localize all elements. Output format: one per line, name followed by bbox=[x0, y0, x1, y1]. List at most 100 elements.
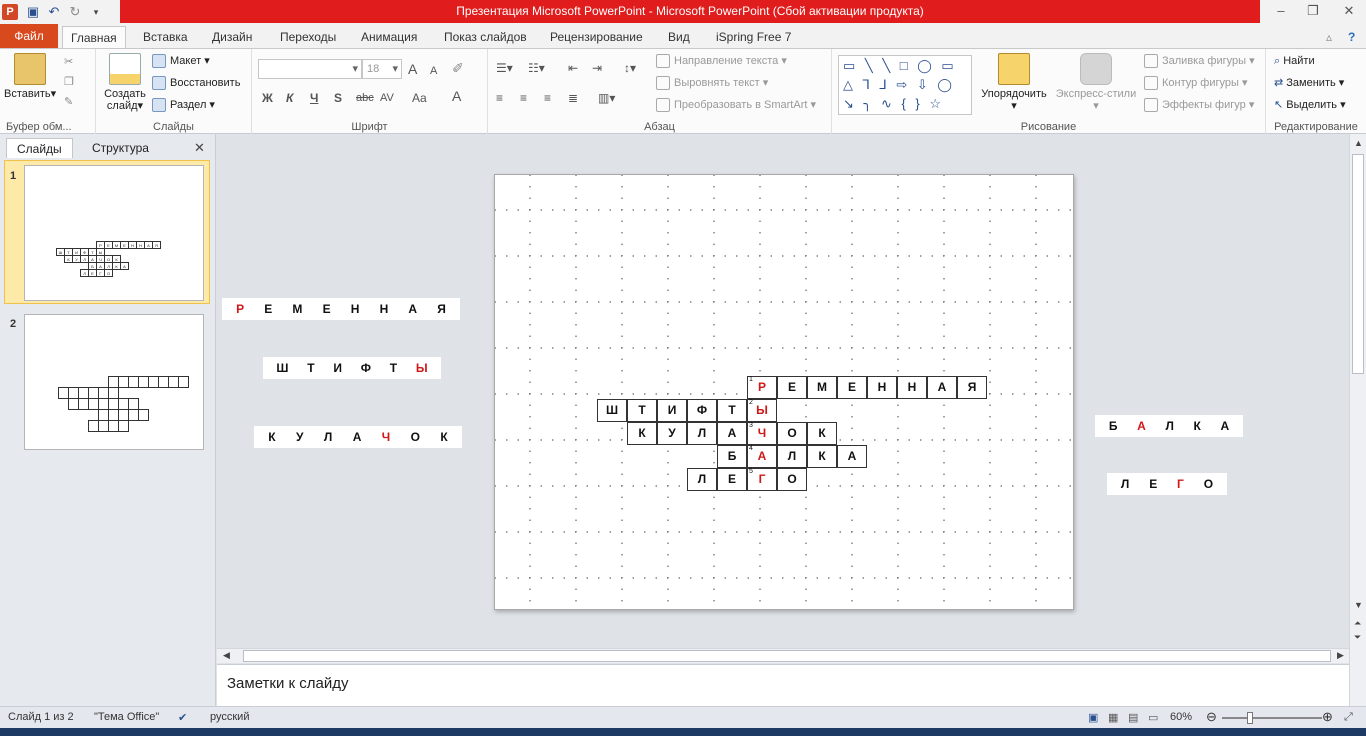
tab-ispring[interactable]: iSpring Free 7 bbox=[708, 26, 799, 48]
redo-icon[interactable]: ↻ bbox=[66, 3, 84, 21]
crossword-cell[interactable]: Е bbox=[837, 376, 867, 399]
change-case-button[interactable]: Aa bbox=[412, 89, 427, 107]
shapes-gallery[interactable]: ▭ ╲ ╲ □ ◯ ▭ △ ⅂ ⅃ ⇨ ⇩ ◯ ↘ ╮ ∿ { } ☆ bbox=[838, 55, 972, 115]
font-name-input[interactable]: ▾ bbox=[258, 59, 362, 79]
crossword-cell[interactable]: А bbox=[837, 445, 867, 468]
crossword-cell[interactable]: 4А bbox=[747, 445, 777, 468]
tab-slideshow[interactable]: Показ слайдов bbox=[436, 26, 535, 48]
zoom-out-icon[interactable]: ⊖ bbox=[1206, 709, 1217, 725]
font-size-input[interactable]: 18 ▾ bbox=[362, 59, 402, 79]
increase-indent-icon[interactable]: ⇥ bbox=[592, 59, 602, 77]
slide-canvas[interactable]: 1РЕМЕННАЯШТИФТ2ЫКУЛА3ЧОКБ4АЛКАЛЕ5ГО bbox=[494, 174, 1074, 610]
quick-styles-button[interactable]: Экспресс-стили ▾ bbox=[1054, 53, 1138, 112]
smartart-button[interactable]: Преобразовать в SmartArt ▾ bbox=[656, 96, 816, 114]
tab-home[interactable]: Главная bbox=[62, 26, 126, 48]
slide-thumbnail-2[interactable] bbox=[24, 314, 204, 450]
help-icon[interactable]: ? bbox=[1340, 26, 1363, 48]
crossword-cell[interactable]: Н bbox=[897, 376, 927, 399]
crossword-cell[interactable]: Ф bbox=[687, 399, 717, 422]
arrange-button[interactable]: Упорядочить ▾ bbox=[978, 53, 1050, 112]
crossword-cell[interactable]: К bbox=[807, 445, 837, 468]
theme-name[interactable]: "Тема Office" bbox=[94, 711, 159, 723]
reset-button[interactable]: Восстановить bbox=[152, 74, 240, 92]
crossword-cell[interactable]: Н bbox=[867, 376, 897, 399]
paste-button[interactable]: Вставить▾ bbox=[4, 53, 56, 100]
minimize-ribbon-icon[interactable]: ▵ bbox=[1318, 26, 1340, 48]
prev-slide-icon[interactable]: ⏶ bbox=[1354, 618, 1361, 629]
layout-button[interactable]: Макет ▾ bbox=[152, 52, 210, 70]
align-right-icon[interactable]: ≡ bbox=[544, 89, 551, 107]
spellcheck-icon[interactable]: ✔ bbox=[178, 711, 187, 724]
crossword-cell[interactable]: О bbox=[777, 468, 807, 491]
clear-format-icon[interactable]: ✐ bbox=[452, 59, 464, 77]
find-button[interactable]: ⌕ Найти bbox=[1274, 52, 1315, 70]
crossword-cell[interactable]: Е bbox=[777, 376, 807, 399]
language[interactable]: русский bbox=[210, 711, 249, 723]
tab-view[interactable]: Вид bbox=[660, 26, 698, 48]
grow-font-icon[interactable]: A bbox=[408, 60, 417, 78]
reading-view-icon[interactable]: ▤ bbox=[1128, 711, 1138, 724]
copy-icon[interactable]: ❐ bbox=[64, 73, 74, 91]
strike-button[interactable]: abc bbox=[356, 89, 374, 107]
horizontal-scrollbar[interactable]: ◀ ▶ bbox=[217, 648, 1349, 663]
line-spacing-icon[interactable]: ↕▾ bbox=[624, 59, 636, 77]
decrease-indent-icon[interactable]: ⇤ bbox=[568, 59, 578, 77]
word-box[interactable]: БАЛКА bbox=[1095, 415, 1243, 437]
undo-icon[interactable]: ↶ bbox=[45, 3, 63, 21]
crossword-cell[interactable]: 3Ч bbox=[747, 422, 777, 445]
tab-design[interactable]: Дизайн bbox=[204, 26, 260, 48]
crossword-cell[interactable]: Л bbox=[687, 468, 717, 491]
slideshow-view-icon[interactable]: ▭ bbox=[1148, 711, 1158, 724]
zoom-in-icon[interactable]: ⊕ bbox=[1322, 709, 1333, 725]
crossword-cell[interactable]: У bbox=[657, 422, 687, 445]
minimize-icon[interactable]: – bbox=[1268, 2, 1294, 20]
align-text-button[interactable]: Выровнять текст ▾ bbox=[656, 74, 768, 92]
tab-animation[interactable]: Анимация bbox=[353, 26, 425, 48]
bullets-icon[interactable]: ☰▾ bbox=[496, 59, 513, 77]
scroll-left-icon[interactable]: ◀ bbox=[223, 650, 230, 661]
crossword-cell[interactable]: К bbox=[807, 422, 837, 445]
scroll-up-icon[interactable]: ▲ bbox=[1354, 138, 1363, 148]
tab-file[interactable]: Файл bbox=[0, 24, 58, 48]
vertical-scroll-thumb[interactable] bbox=[1352, 154, 1364, 374]
scroll-right-icon[interactable]: ▶ bbox=[1337, 650, 1344, 661]
tab-outline-panel[interactable]: Структура bbox=[82, 138, 159, 158]
scroll-down-icon[interactable]: ▼ bbox=[1354, 600, 1363, 610]
crossword-cell[interactable]: Е bbox=[717, 468, 747, 491]
vertical-scrollbar[interactable]: ▲ ▼ ⏶ ⏷ bbox=[1349, 134, 1366, 706]
word-box[interactable]: ШТИФТЫ bbox=[263, 357, 441, 379]
crossword-cell[interactable]: О bbox=[777, 422, 807, 445]
crossword-cell[interactable]: 2Ы bbox=[747, 399, 777, 422]
cut-icon[interactable]: ✂ bbox=[64, 53, 73, 71]
shape-fill-button[interactable]: Заливка фигуры ▾ bbox=[1144, 52, 1255, 70]
sorter-view-icon[interactable]: ▦ bbox=[1108, 711, 1118, 724]
numbering-icon[interactable]: ☷▾ bbox=[528, 59, 545, 77]
spacing-button[interactable]: AV bbox=[380, 89, 394, 107]
bold-button[interactable]: Ж bbox=[262, 89, 273, 107]
replace-button[interactable]: ⇄ Заменить ▾ bbox=[1274, 74, 1344, 92]
tab-slides-panel[interactable]: Слайды bbox=[6, 138, 73, 158]
powerpoint-logo-icon[interactable]: P bbox=[2, 4, 18, 20]
crossword-cell[interactable]: 1Р bbox=[747, 376, 777, 399]
font-size-dropdown-icon[interactable]: ▾ bbox=[392, 60, 398, 78]
shrink-font-icon[interactable]: A bbox=[430, 62, 437, 80]
crossword-cell[interactable]: Я bbox=[957, 376, 987, 399]
notes-pane[interactable]: Заметки к слайду bbox=[217, 664, 1349, 706]
justify-icon[interactable]: ≣ bbox=[568, 89, 578, 107]
zoom-slider-knob[interactable] bbox=[1247, 712, 1253, 724]
format-painter-icon[interactable]: ✎ bbox=[64, 93, 73, 111]
crossword-cell[interactable]: Т bbox=[717, 399, 747, 422]
section-button[interactable]: Раздел ▾ bbox=[152, 96, 215, 114]
horizontal-scroll-thumb[interactable] bbox=[243, 650, 1331, 662]
word-box[interactable]: КУЛАЧОК bbox=[254, 426, 462, 448]
crossword-cell[interactable]: А bbox=[927, 376, 957, 399]
shadow-button[interactable]: S bbox=[334, 89, 342, 107]
tab-transitions[interactable]: Переходы bbox=[272, 26, 344, 48]
save-icon[interactable]: ▣ bbox=[24, 3, 42, 21]
crossword-cell[interactable]: А bbox=[717, 422, 747, 445]
crossword-cell[interactable]: Ш bbox=[597, 399, 627, 422]
close-icon[interactable]: ✕ bbox=[1336, 2, 1362, 20]
slide-thumbnail-1[interactable]: РЕМЕННАЯШТИФТЫКУЛАЧОКБАЛКАЛЕГО bbox=[24, 165, 204, 301]
new-slide-button[interactable]: Создать слайд▾ bbox=[102, 53, 148, 112]
crossword-cell[interactable]: 5Г bbox=[747, 468, 777, 491]
